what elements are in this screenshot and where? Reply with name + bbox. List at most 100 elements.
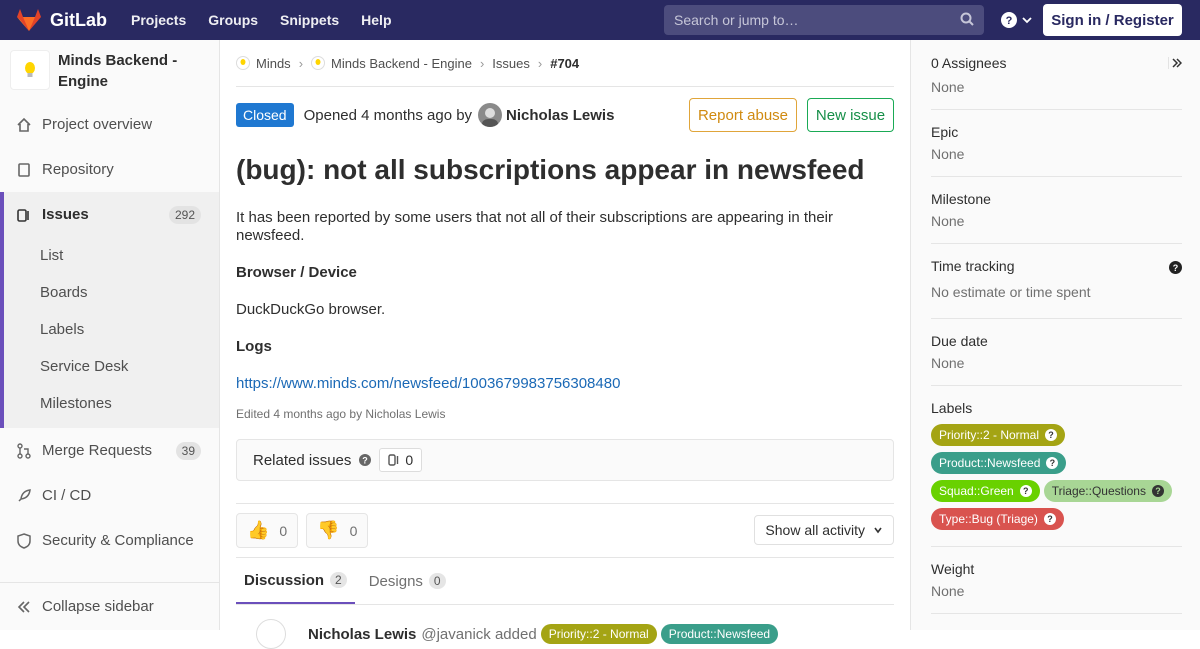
double-chevron-right-icon[interactable] [1168, 57, 1182, 69]
note-label[interactable]: Product::Newsfeed [660, 624, 779, 644]
question-circle-icon: ? [1046, 457, 1059, 469]
issues-count-badge: 292 [168, 205, 201, 224]
search-placeholder: Search or jump to… [674, 12, 799, 28]
milestone-block: Milestone None [931, 177, 1182, 244]
label-text: Squad::Green [939, 484, 1014, 498]
breadcrumb-project[interactable]: Minds Backend - Engine [331, 56, 472, 71]
sidebar-item-label: Project overview [42, 116, 153, 133]
gitlab-logo[interactable]: GitLab [16, 8, 107, 32]
issues-icon [388, 454, 399, 466]
label-triage[interactable]: Triage::Questions? [1043, 480, 1172, 502]
sidebar-subitem-boards[interactable]: Boards [4, 274, 219, 311]
activity-filter-dropdown[interactable]: Show all activity [754, 515, 894, 545]
sign-in-button[interactable]: Sign in / Register [1043, 4, 1182, 36]
sidebar-item-issues[interactable]: Issues 292 [4, 192, 219, 237]
label-type[interactable]: Type::Bug (Triage)? [931, 508, 1064, 530]
project-header[interactable]: Minds Backend - Engine [0, 40, 219, 102]
labels-block: Labels Priority::2 - Normal? Product::Ne… [931, 386, 1182, 547]
related-issues-panel: Related issues ? 0 [236, 439, 894, 481]
labels-list: Priority::2 - Normal? Product::Newsfeed?… [931, 424, 1182, 536]
nav-projects[interactable]: Projects [131, 12, 186, 28]
nav-snippets[interactable]: Snippets [280, 12, 339, 28]
sidebar-item-project-overview[interactable]: Project overview [0, 102, 219, 147]
time-tracking-title: Time tracking [931, 258, 1015, 274]
collapse-sidebar-label: Collapse sidebar [42, 598, 154, 615]
sidebar-subitem-milestones[interactable]: Milestones [4, 385, 219, 422]
assignees-value: None [931, 79, 965, 95]
thumbs-down-button[interactable]: 👎 0 [306, 513, 369, 548]
issues-submenu: List Boards Labels Service Desk Mileston… [0, 237, 219, 428]
author-link[interactable]: Nicholas Lewis [506, 107, 614, 124]
merge-icon [17, 442, 31, 459]
nav-help[interactable]: Help [361, 12, 391, 28]
home-icon [17, 117, 31, 132]
sidebar-subitem-service-desk[interactable]: Service Desk [4, 348, 219, 385]
label-product[interactable]: Product::Newsfeed? [931, 452, 1067, 474]
related-count-value: 0 [405, 452, 414, 468]
label-squad[interactable]: Squad::Green? [931, 480, 1040, 502]
svg-text:?: ? [1006, 15, 1013, 27]
chevron-right-icon: › [298, 55, 304, 71]
report-abuse-button[interactable]: Report abuse [689, 98, 797, 132]
description-text: It has been reported by some users that … [236, 209, 834, 244]
heading-logs: Logs [236, 338, 272, 355]
breadcrumb-minds[interactable]: Minds [256, 56, 291, 71]
nav-groups[interactable]: Groups [208, 12, 258, 28]
note-label[interactable]: Priority::2 - Normal [540, 624, 657, 644]
sidebar-item-security[interactable]: Security & Compliance [0, 518, 219, 563]
shield-icon [17, 532, 31, 549]
rocket-icon [18, 488, 31, 502]
note-author[interactable]: Nicholas Lewis [308, 626, 416, 643]
question-circle-icon[interactable]: ? [1169, 261, 1182, 274]
tag-icon [256, 619, 286, 649]
due-date-block: Due date None [931, 319, 1182, 386]
svg-text:?: ? [1173, 263, 1179, 273]
sidebar-subitem-labels[interactable]: Labels [4, 311, 219, 348]
sidebar-subitem-list[interactable]: List [4, 237, 219, 274]
time-tracking-value: No estimate or time spent [931, 284, 1091, 300]
thumbs-up-icon: 👍 [247, 520, 270, 540]
question-circle-icon: ? [1045, 429, 1058, 441]
breadcrumb-issue-number[interactable]: #704 [550, 56, 579, 71]
question-circle-icon: ? [1019, 485, 1032, 497]
group-avatar-icon [236, 56, 250, 70]
note-label-text: Product::Newsfeed [668, 627, 771, 641]
epic-title: Epic [931, 124, 959, 140]
chevron-down-icon [874, 527, 882, 534]
sidebar-item-label: Merge Requests [42, 442, 153, 459]
thumbs-up-count: 0 [279, 522, 288, 539]
thumbs-down-icon: 👎 [317, 520, 340, 540]
breadcrumb-issues[interactable]: Issues [492, 56, 530, 71]
sidebar-item-repository[interactable]: Repository [0, 147, 219, 192]
tab-discussion[interactable]: Discussion 2 [236, 558, 355, 604]
label-text: Triage::Questions [1051, 484, 1146, 498]
edited-text: Edited 4 months ago by Nicholas Lewis [236, 407, 446, 421]
thumbs-down-count: 0 [349, 522, 358, 539]
collapse-sidebar-button[interactable]: Collapse sidebar [0, 582, 219, 630]
sidebar-item-merge-requests[interactable]: Merge Requests 39 [0, 428, 219, 473]
left-sidebar: Minds Backend - Engine Project overview … [0, 40, 220, 630]
tab-designs[interactable]: Designs 0 [361, 558, 454, 604]
help-dropdown[interactable]: ? [1000, 11, 1033, 29]
label-text: Type::Bug (Triage) [939, 512, 1038, 526]
thumbs-up-button[interactable]: 👍 0 [236, 513, 299, 548]
double-chevron-left-icon [17, 600, 30, 613]
note-label-text: Priority::2 - Normal [548, 627, 649, 641]
sidebar-item-ci-cd[interactable]: CI / CD [0, 473, 219, 518]
search-input[interactable]: Search or jump to… [664, 5, 984, 35]
log-link[interactable]: https://www.minds.com/newsfeed/100367998… [236, 375, 620, 392]
related-issues-count[interactable]: 0 [379, 448, 423, 472]
question-circle-icon[interactable]: ? [359, 454, 372, 466]
brand-name: GitLab [50, 9, 107, 30]
label-priority[interactable]: Priority::2 - Normal? [931, 424, 1066, 446]
due-date-title: Due date [931, 333, 988, 349]
activity-filter-label: Show all activity [765, 522, 865, 538]
epic-block: Epic None [931, 110, 1182, 177]
top-navbar: GitLab Projects Groups Snippets Help Sea… [0, 0, 1200, 40]
question-circle-icon: ? [1043, 513, 1056, 525]
issue-header-bar: Closed Opened 4 months ago by Nicholas L… [236, 87, 894, 143]
new-issue-button[interactable]: New issue [807, 98, 894, 132]
tab-label: Discussion [244, 571, 325, 589]
chevron-right-icon: › [479, 55, 485, 71]
avatar[interactable] [478, 103, 503, 127]
